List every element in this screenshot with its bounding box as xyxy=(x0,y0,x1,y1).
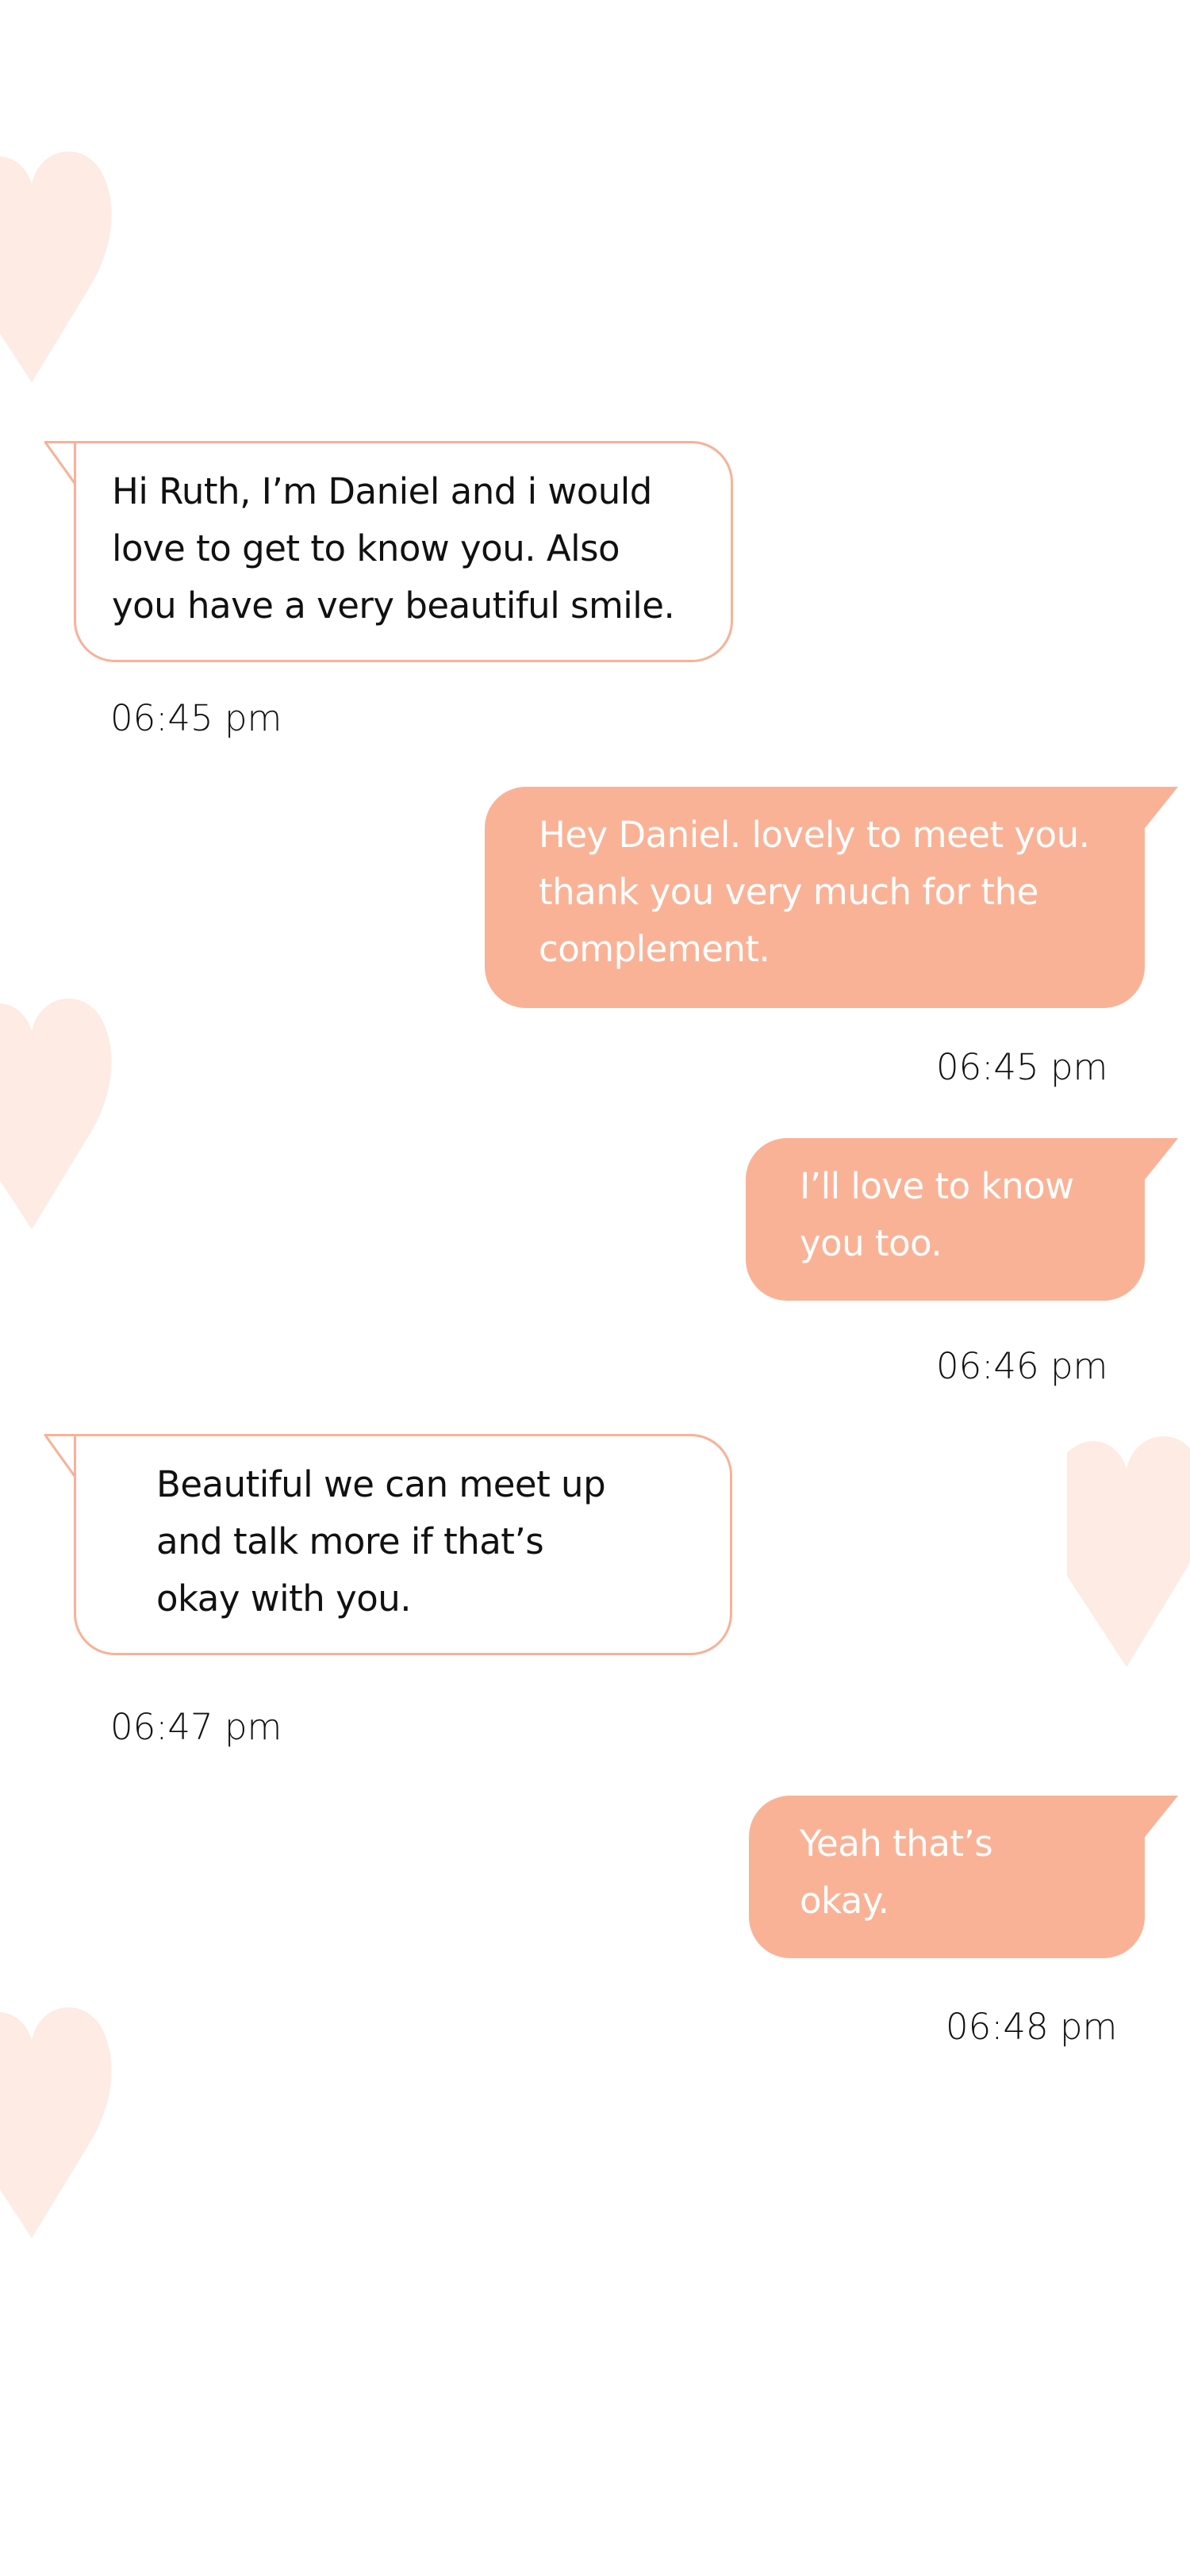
message-text: Hey Daniel. lovely to meet you. thank yo… xyxy=(539,814,1090,970)
message-timestamp: 06:46 pm xyxy=(936,1345,1108,1387)
outgoing-message-bubble[interactable]: Hey Daniel. lovely to meet you. thank yo… xyxy=(485,787,1145,1008)
heart-icon xyxy=(0,151,112,382)
heart-icon xyxy=(0,2007,112,2238)
message-timestamp: 06:45 pm xyxy=(936,1046,1108,1088)
message-text: Hi Ruth, I’m Daniel and i would love to … xyxy=(112,470,675,627)
bubble-tail xyxy=(1142,787,1178,831)
message-text: I’ll love to know you too. xyxy=(800,1165,1074,1264)
heart-icon xyxy=(1067,1436,1190,1667)
message-timestamp: 06:45 pm xyxy=(110,697,282,739)
incoming-message-bubble[interactable]: Hi Ruth, I’m Daniel and i would love to … xyxy=(74,441,733,662)
message-text: Beautiful we can meet up and talk more i… xyxy=(156,1463,606,1620)
incoming-message-bubble[interactable]: Beautiful we can meet up and talk more i… xyxy=(74,1434,732,1655)
outgoing-message-bubble[interactable]: Yeah that’s okay. xyxy=(749,1796,1145,1958)
message-timestamp: 06:48 pm xyxy=(946,2006,1118,2048)
outgoing-message-bubble[interactable]: I’ll love to know you too. xyxy=(746,1138,1145,1301)
message-text: Yeah that’s okay. xyxy=(800,1823,993,1922)
bubble-tail xyxy=(1142,1138,1178,1183)
bubble-tail xyxy=(1142,1796,1178,1840)
chat-screen: { "colors": { "accent": "#fab297", "hear… xyxy=(0,0,1190,2576)
message-timestamp: 06:47 pm xyxy=(110,1706,282,1748)
heart-icon xyxy=(0,998,112,1229)
